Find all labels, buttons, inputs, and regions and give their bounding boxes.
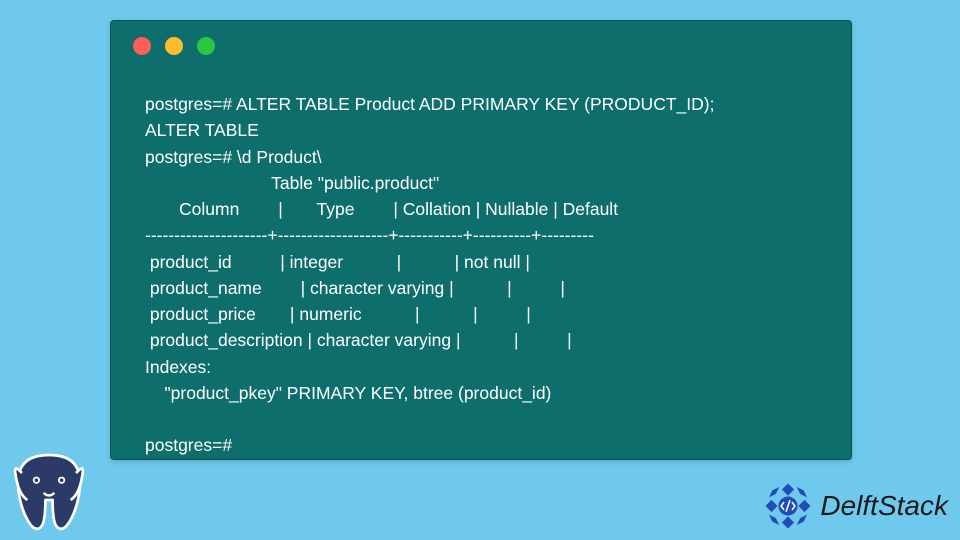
maximize-icon[interactable] [197, 37, 215, 55]
terminal-output: postgres=# ALTER TABLE Product ADD PRIMA… [145, 91, 831, 459]
brand-name: DelftStack [820, 490, 948, 522]
close-icon[interactable] [133, 37, 151, 55]
term-line: product_price | numeric | | | [145, 304, 531, 324]
term-line: product_id | integer | | not null | [145, 252, 530, 272]
term-line: product_name | character varying | | | [145, 278, 565, 298]
terminal-window: postgres=# ALTER TABLE Product ADD PRIMA… [110, 20, 852, 460]
brand-logo: DelftStack [762, 480, 948, 532]
term-line: Table "public.product" [145, 173, 439, 193]
delftstack-icon [762, 480, 814, 532]
term-line: ---------------------+------------------… [145, 225, 594, 245]
window-controls [133, 37, 215, 55]
postgresql-logo-icon [4, 446, 94, 536]
term-line: product_description | character varying … [145, 330, 572, 350]
minimize-icon[interactable] [165, 37, 183, 55]
term-line: postgres=# \d Product\ [145, 147, 322, 167]
term-line: "product_pkey" PRIMARY KEY, btree (produ… [145, 383, 551, 403]
term-line: Indexes: [145, 357, 211, 377]
term-line: ALTER TABLE [145, 120, 259, 140]
term-line: postgres=# ALTER TABLE Product ADD PRIMA… [145, 94, 714, 114]
term-line: postgres=# [145, 435, 232, 455]
term-line: Column | Type | Collation | Nullable | D… [145, 199, 618, 219]
